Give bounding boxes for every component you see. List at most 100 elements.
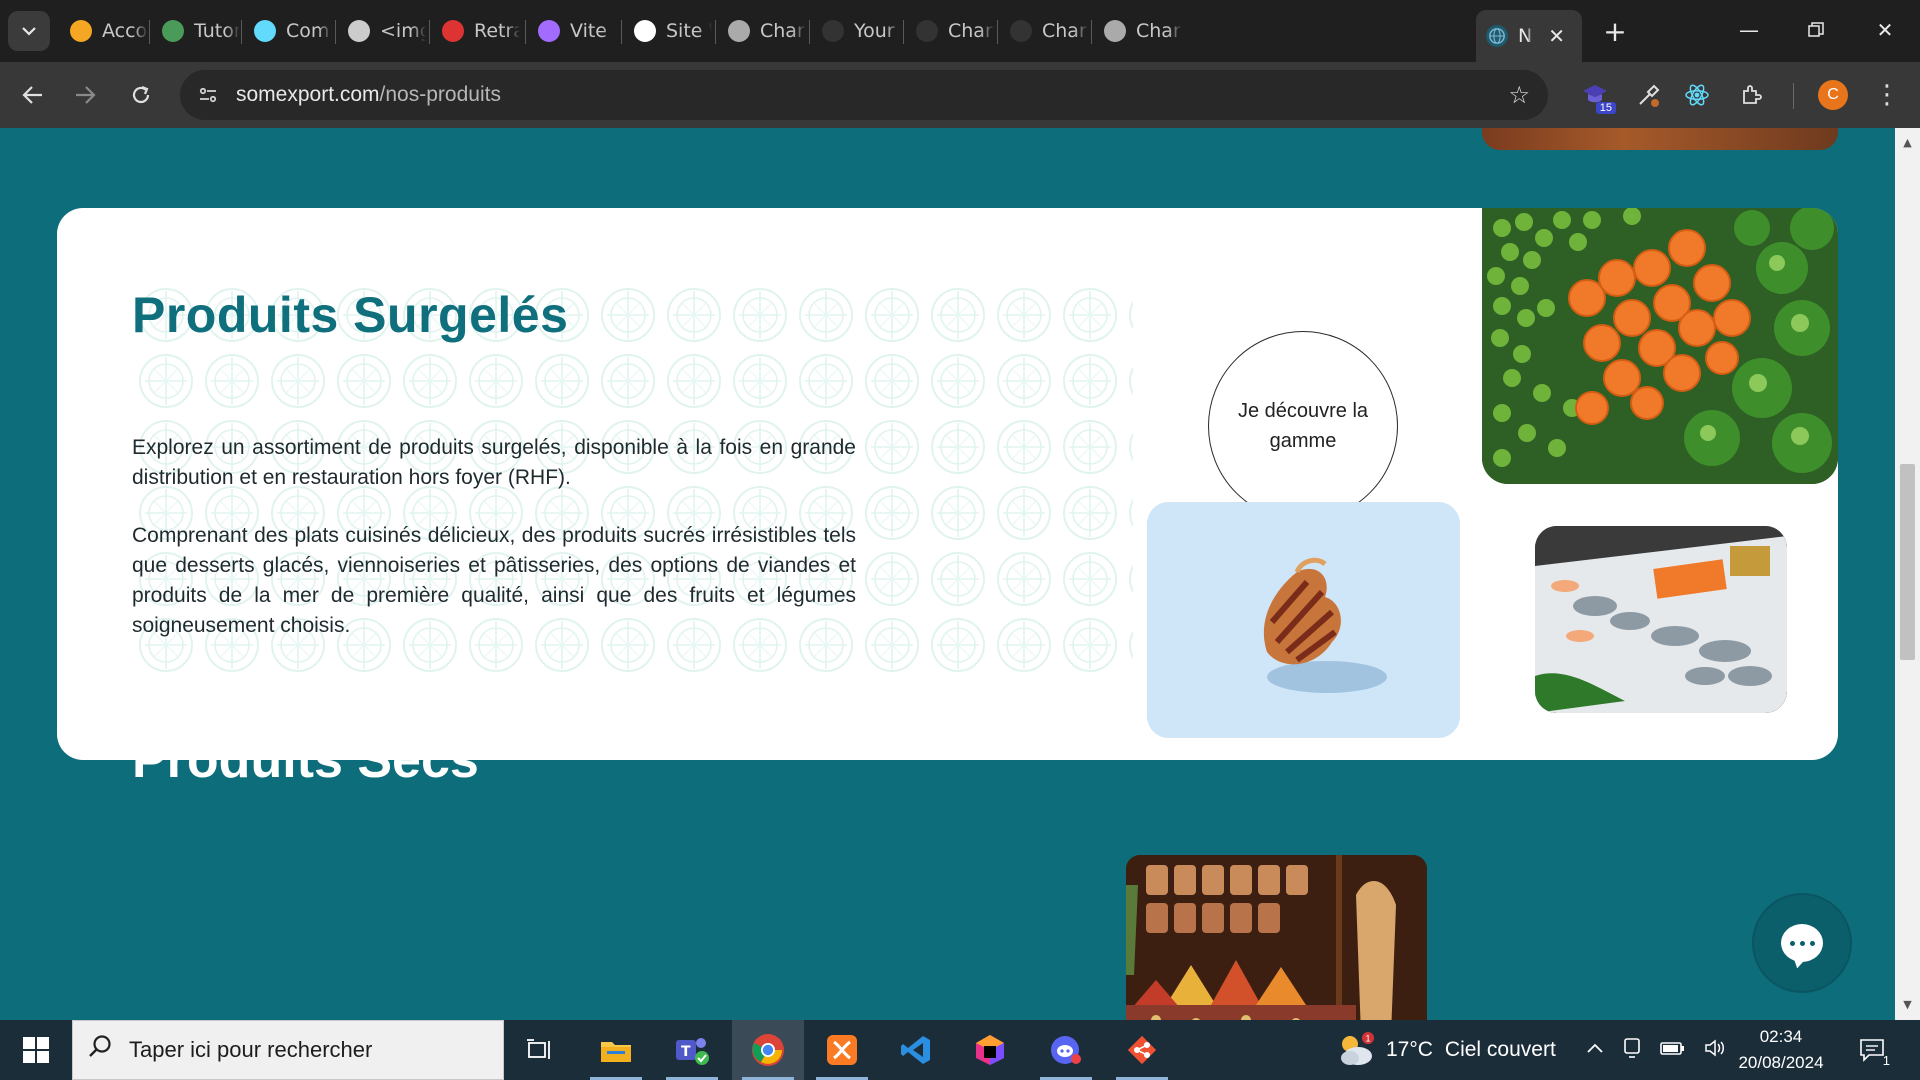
scroll-down-arrow-icon[interactable]: ▼	[1901, 998, 1914, 1011]
extension-button-react[interactable]	[1680, 78, 1714, 112]
frozen-paragraph-2: Comprenant des plats cuisinés délicieux,…	[132, 524, 856, 637]
tab-3[interactable]: Comp	[244, 10, 332, 52]
reload-button[interactable]	[122, 76, 160, 114]
browser-menu-icon[interactable]: ⋮	[1870, 78, 1904, 112]
svg-text:1: 1	[1366, 1034, 1371, 1044]
github-icon	[822, 20, 844, 42]
address-bar[interactable]: somexport.com/nos-produits ☆	[180, 70, 1548, 120]
tab-search-button[interactable]	[8, 11, 50, 51]
tab-8[interactable]: Charle	[718, 10, 806, 52]
tab-11[interactable]: Charle	[1000, 10, 1088, 52]
site-info-icon[interactable]	[192, 79, 224, 111]
minimize-button[interactable]: —	[1726, 12, 1772, 48]
m-logo-icon	[348, 20, 370, 42]
start-button[interactable]	[0, 1020, 72, 1080]
globe-icon	[1104, 20, 1126, 42]
jetbrains-icon	[976, 1035, 1004, 1065]
tab-separator	[809, 20, 810, 44]
discover-range-button[interactable]: Je découvre la gamme	[1208, 331, 1398, 521]
taskbar-app-teams[interactable]: T	[656, 1020, 728, 1080]
taskbar-app-vscode[interactable]	[880, 1020, 952, 1080]
tab-5[interactable]: Retrai	[432, 10, 520, 52]
react-icon	[1685, 84, 1709, 106]
tab-label: Site W	[666, 20, 712, 42]
taskbar-search[interactable]	[72, 1020, 504, 1080]
frozen-section-title: Produits Surgelés	[132, 287, 569, 343]
arrow-right-icon	[76, 86, 96, 104]
tab-active[interactable]: N ✕	[1476, 10, 1582, 62]
extension-button-eyedropper[interactable]	[1632, 78, 1666, 112]
tab-separator	[525, 20, 526, 44]
tab-1[interactable]: Accou	[60, 10, 148, 52]
clock-date: 20/08/2024	[1738, 1053, 1824, 1072]
url-path: /nos-produits	[379, 83, 501, 106]
close-window-button[interactable]: ✕	[1862, 12, 1908, 48]
tab-separator	[429, 20, 430, 44]
taskbar-clock[interactable]: 02:34 20/08/2024	[1726, 1024, 1836, 1076]
git-icon	[1127, 1035, 1157, 1065]
tab-7[interactable]: Site W	[624, 10, 712, 52]
taskbar-app-jetbrains[interactable]	[954, 1020, 1026, 1080]
tab-label: Charle	[948, 20, 994, 42]
tab-label: Charle	[1136, 20, 1182, 42]
forward-button[interactable]	[66, 76, 104, 114]
system-tray	[1586, 1020, 1728, 1080]
tab-10[interactable]: Charle	[906, 10, 994, 52]
notification-center-button[interactable]: 1	[1852, 1032, 1892, 1068]
taskbar-app-xampp[interactable]	[806, 1020, 878, 1080]
chevron-down-icon	[22, 27, 36, 36]
tab-separator	[1091, 20, 1092, 44]
tab-4[interactable]: <img	[338, 10, 426, 52]
tab-12[interactable]: Charle	[1094, 10, 1182, 52]
task-view-icon	[527, 1039, 550, 1059]
scrollbar-thumb[interactable]	[1900, 464, 1915, 660]
taskbar-app-gitkraken[interactable]	[1106, 1020, 1178, 1080]
profile-avatar[interactable]: C	[1818, 80, 1848, 110]
extensions-menu-button[interactable]	[1735, 78, 1769, 112]
previous-section-image	[1482, 128, 1838, 150]
frozen-vegetables-image	[1482, 208, 1838, 484]
close-tab-icon[interactable]: ✕	[1548, 24, 1565, 48]
url-text: somexport.com/nos-produits	[236, 83, 501, 107]
taskbar-app-chrome[interactable]	[732, 1020, 804, 1080]
page-scrollbar[interactable]: ▲ ▼	[1895, 128, 1920, 1020]
chat-bubble-icon	[1781, 924, 1823, 962]
taskbar-app-file-explorer[interactable]	[580, 1020, 652, 1080]
weather-widget[interactable]: 1 17°C Ciel couvert	[1336, 1020, 1556, 1080]
folder-icon	[601, 1042, 631, 1062]
tab-9[interactable]: Your F	[812, 10, 900, 52]
tab-label: Vite +	[570, 20, 616, 42]
chat-widget-button[interactable]	[1752, 893, 1852, 993]
tab-2[interactable]: Tutori	[152, 10, 240, 52]
tab-label: Comp	[286, 20, 332, 42]
search-icon	[87, 1034, 113, 1066]
tab-label: Accou	[102, 20, 148, 42]
bookmark-star-icon[interactable]: ☆	[1508, 81, 1530, 109]
globe-icon	[1486, 25, 1508, 47]
task-view-button[interactable]	[504, 1020, 576, 1080]
windows-logo-icon	[23, 1037, 49, 1063]
page-viewport: Produits Surgelés Explorez un assortimen…	[0, 128, 1895, 1020]
taskbar-app-discord[interactable]	[1030, 1020, 1102, 1080]
spices-shop-image	[1126, 855, 1427, 1020]
extension-button-graduation[interactable]: 15	[1578, 78, 1616, 114]
new-tab-button[interactable]: +	[1598, 14, 1632, 48]
tab-6[interactable]: Vite +	[528, 10, 616, 52]
show-hidden-icons-chevron-icon[interactable]	[1586, 1041, 1604, 1059]
windows-taskbar: T 1 17°C Ciel couvert	[0, 1020, 1920, 1080]
browser-toolbar: somexport.com/nos-produits ☆ 15	[0, 62, 1920, 128]
tab-label: Your F	[854, 20, 900, 42]
weather-description: Ciel couvert	[1444, 1038, 1556, 1061]
restore-button[interactable]	[1793, 12, 1839, 48]
url-host: somexport.com	[236, 83, 380, 106]
discord-icon	[1051, 1036, 1081, 1064]
svg-text:T: T	[681, 1044, 691, 1060]
scroll-up-arrow-icon[interactable]: ▲	[1901, 136, 1914, 149]
back-button[interactable]	[14, 76, 52, 114]
touchpad-icon[interactable]	[1622, 1037, 1642, 1064]
volume-icon[interactable]	[1704, 1038, 1728, 1063]
browser-tabstrip: Accou Tutori Comp <img Retrai Vite + Site W Cha…	[0, 0, 1920, 62]
battery-icon[interactable]	[1660, 1040, 1686, 1061]
eyedropper-icon	[1639, 84, 1660, 107]
taskbar-search-input[interactable]	[129, 1030, 489, 1070]
